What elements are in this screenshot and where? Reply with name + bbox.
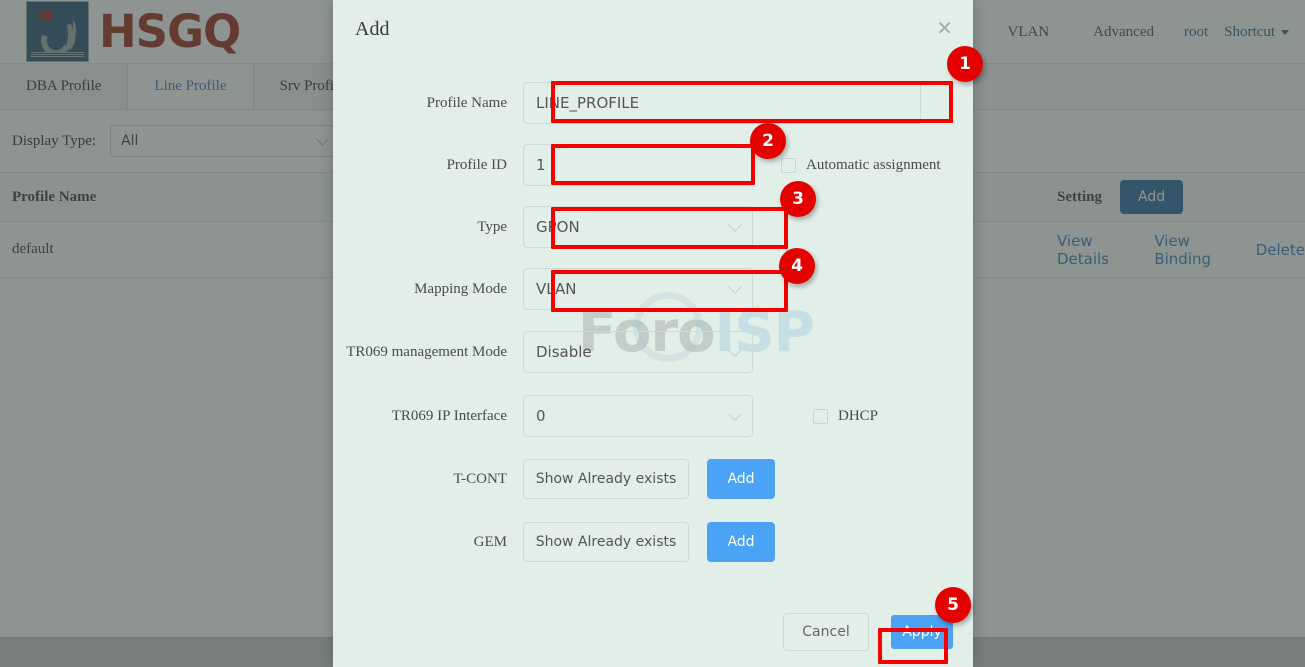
dialog-header: Add ✕ (333, 0, 973, 58)
brand-name: HSGQ (99, 5, 241, 58)
step-badge-5: 5 (935, 587, 971, 623)
field-gem: GEM Show Already exists Add (333, 522, 973, 562)
dialog-title: Add (355, 17, 390, 40)
add-profile-dialog: ForoISP Add ✕ Profile Name LINE_PROFILE … (333, 0, 973, 667)
profile-id-input[interactable]: 1 (523, 144, 753, 186)
topnav-item-root[interactable]: root (1176, 24, 1216, 41)
step-badge-1: 1 (947, 46, 983, 82)
tcont-show-exists-button[interactable]: Show Already exists (523, 459, 689, 499)
mapping-mode-value: VLAN (536, 280, 577, 298)
gem-add-button[interactable]: Add (707, 522, 775, 562)
chevron-down-icon (316, 132, 329, 146)
chevron-down-icon (727, 342, 743, 357)
type-value: GPON (536, 218, 580, 236)
profile-name-input[interactable]: LINE_PROFILE (523, 82, 921, 124)
gem-show-exists-button[interactable]: Show Already exists (523, 522, 689, 562)
tr069-management-mode-select[interactable]: Disable (523, 331, 753, 373)
type-select[interactable]: GPON (523, 206, 753, 248)
column-header-setting: Setting Add (1045, 180, 1305, 214)
delete-link[interactable]: Delete (1256, 241, 1305, 259)
tcont-add-button[interactable]: Add (707, 459, 775, 499)
field-profile-id: Profile ID 1 Automatic assignment (333, 144, 973, 186)
automatic-assignment-checkbox-wrap[interactable]: Automatic assignment (781, 157, 941, 174)
field-type: Type GPON (333, 206, 973, 248)
view-binding-link[interactable]: View Binding (1154, 232, 1237, 268)
field-tr069-ip-interface: TR069 IP Interface 0 DHCP (333, 395, 973, 437)
brand-logo[interactable]: HSGQ (0, 1, 241, 62)
automatic-assignment-label: Automatic assignment (806, 156, 941, 173)
dhcp-checkbox-wrap[interactable]: DHCP (813, 408, 878, 425)
close-icon[interactable]: ✕ (936, 18, 953, 38)
profile-id-value: 1 (536, 156, 546, 174)
mapping-mode-select[interactable]: VLAN (523, 268, 753, 310)
topnav-item-shortcut[interactable]: Shortcut (1216, 24, 1297, 41)
profile-name-value: LINE_PROFILE (536, 94, 640, 112)
topnav-item-advanced[interactable]: Advanced (1071, 24, 1176, 41)
chevron-down-icon (727, 406, 743, 421)
display-type-value: All (121, 133, 139, 149)
gem-label: GEM (473, 533, 507, 550)
tr069-ip-interface-value: 0 (536, 407, 546, 425)
profile-name-label: Profile Name (426, 94, 507, 111)
tcont-label: T-CONT (453, 470, 507, 487)
topnav-shortcut-label: Shortcut (1224, 23, 1275, 40)
add-profile-button[interactable]: Add (1120, 180, 1184, 214)
field-profile-name: Profile Name LINE_PROFILE (333, 82, 973, 124)
chevron-down-icon (727, 279, 743, 294)
topnav-item-vlan[interactable]: VLAN (986, 24, 1072, 41)
field-mapping-mode: Mapping Mode VLAN (333, 268, 973, 310)
field-tr069-management-mode: TR069 management Mode Disable (333, 331, 973, 373)
cancel-button[interactable]: Cancel (783, 613, 869, 651)
display-type-select[interactable]: All (110, 125, 339, 157)
step-badge-2: 2 (750, 123, 786, 159)
display-type-label: Display Type: (12, 132, 97, 149)
tr069-management-mode-label: TR069 management Mode (346, 343, 507, 360)
dhcp-label: DHCP (838, 407, 879, 424)
view-details-link[interactable]: View Details (1057, 232, 1136, 268)
chevron-down-icon (727, 217, 743, 232)
mapping-mode-label: Mapping Mode (414, 280, 507, 297)
tab-line-profile[interactable]: Line Profile (128, 64, 254, 109)
type-label: Type (477, 218, 507, 235)
setting-header-label: Setting (1057, 188, 1102, 205)
automatic-assignment-checkbox[interactable] (781, 157, 796, 173)
cell-actions: View Details View Binding Delete (1045, 232, 1305, 268)
chevron-down-icon (1281, 29, 1289, 35)
tr069-management-mode-value: Disable (536, 343, 592, 361)
dialog-footer: Cancel Apply (333, 597, 973, 667)
top-navigation: VLAN Advanced root Shortcut (986, 0, 1305, 64)
step-badge-4: 4 (779, 248, 815, 284)
profile-id-label: Profile ID (446, 156, 507, 173)
dialog-body: Profile Name LINE_PROFILE Profile ID 1 A… (333, 58, 973, 562)
tab-dba-profile[interactable]: DBA Profile (0, 64, 129, 109)
hsgq-logo-icon (26, 1, 89, 62)
step-badge-3: 3 (780, 181, 816, 217)
tr069-ip-interface-select[interactable]: 0 (523, 395, 753, 437)
field-tcont: T-CONT Show Already exists Add (333, 459, 973, 499)
dhcp-checkbox[interactable] (813, 408, 828, 424)
tr069-ip-interface-label: TR069 IP Interface (391, 407, 507, 424)
